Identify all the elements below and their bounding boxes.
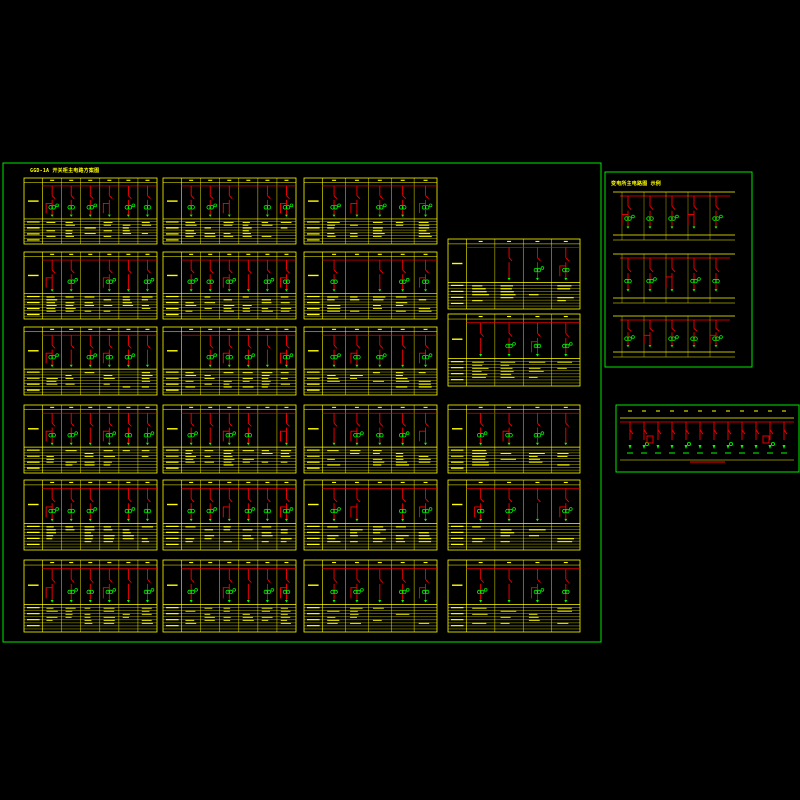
- cad-drawing-canvas[interactable]: [0, 0, 800, 800]
- drawing-background: [0, 0, 800, 800]
- side-drawing-title: 变电所主电路图 示例: [611, 181, 662, 187]
- main-drawing-title: GGD-1A 开关柜主电路方案图: [30, 168, 100, 174]
